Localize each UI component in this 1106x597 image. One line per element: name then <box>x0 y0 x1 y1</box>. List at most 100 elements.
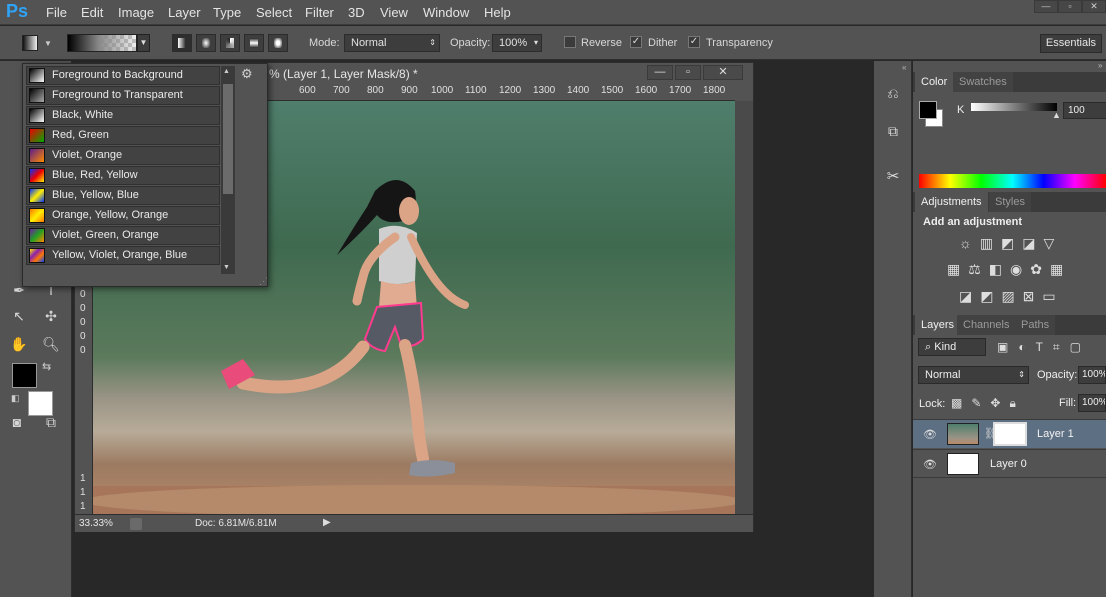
gradient-picker-chevron-icon[interactable]: ▼ <box>137 34 150 52</box>
path-selection-tool-icon[interactable]: ↖ <box>8 305 30 327</box>
color-ramp[interactable] <box>919 174 1106 188</box>
scroll-thumb[interactable] <box>223 84 233 194</box>
gradient-preset-item[interactable]: Red, Green <box>26 126 220 145</box>
workspace-button[interactable]: Essentials <box>1040 34 1102 53</box>
gradient-tool-icon[interactable] <box>22 35 38 51</box>
history-panel-icon[interactable]: ⎌ <box>882 85 904 107</box>
layer-mask-thumbnail[interactable] <box>993 422 1027 446</box>
doc-minimize-button[interactable]: — <box>647 65 673 80</box>
opacity-input[interactable]: 100% ▾ <box>492 34 542 52</box>
tab-layers[interactable]: Layers <box>915 315 961 335</box>
default-colors-icon[interactable]: ◧ <box>11 393 20 404</box>
filter-kind-value: Kind <box>934 341 957 353</box>
app-restore-button[interactable]: ▫ <box>1058 0 1082 13</box>
layer-filter-select[interactable]: ⌕ Kind <box>918 338 986 356</box>
menu-select[interactable]: Select <box>256 5 292 20</box>
collapse-arrows-icon[interactable]: » <box>1098 61 1102 70</box>
k-slider[interactable] <box>971 103 1057 111</box>
ruler-tick: 1 <box>80 473 86 484</box>
tab-styles[interactable]: Styles <box>989 192 1031 212</box>
tool-presets-panel-icon[interactable]: ✂ <box>882 167 904 189</box>
lock-icons[interactable]: ▩✎✥🔒︎ <box>951 396 1031 411</box>
adjustments-heading: Add an adjustment <box>923 216 1023 228</box>
eye-icon[interactable]: 👁︎ <box>923 458 937 471</box>
layer-row-layer-1[interactable]: 👁︎ ⛓︎ Layer 1 <box>913 419 1106 448</box>
custom-shape-tool-icon[interactable]: ✣ <box>40 305 62 327</box>
gradient-preset-item[interactable]: Yellow, Violet, Orange, Blue <box>26 246 220 265</box>
hand-tool-icon[interactable]: ✋ <box>8 333 30 355</box>
adjustment-icons-row-2[interactable]: ▦⚖◧◉✿▦ <box>947 261 1097 278</box>
ruler-tick: 1600 <box>635 85 658 96</box>
menu-view[interactable]: View <box>380 5 408 20</box>
linear-gradient-button[interactable] <box>172 34 192 52</box>
gradient-list-scrollbar[interactable]: ▲ ▼ <box>221 66 235 274</box>
status-info-icon[interactable] <box>130 518 142 530</box>
angle-gradient-button[interactable] <box>220 34 240 52</box>
status-menu-arrow-icon[interactable]: ▶ <box>323 517 331 528</box>
properties-panel-icon[interactable]: ⧉ <box>882 123 904 145</box>
doc-close-button[interactable]: ✕ <box>703 65 743 80</box>
menu-type[interactable]: Type <box>213 5 241 20</box>
resize-grip-icon[interactable]: ⋰ <box>259 276 268 287</box>
fill-input[interactable]: 100% <box>1078 394 1106 412</box>
screen-mode-icon[interactable]: ⧉ <box>40 411 62 433</box>
tab-swatches[interactable]: Swatches <box>953 72 1013 92</box>
zoom-level[interactable]: 33.33% <box>79 518 113 529</box>
gear-icon[interactable]: ⚙ <box>241 66 253 82</box>
k-value-input[interactable]: 100 <box>1063 102 1106 119</box>
gradient-preset-item[interactable]: Black, White <box>26 106 220 125</box>
radial-gradient-button[interactable] <box>196 34 216 52</box>
layer-filter-icons[interactable]: ▣◐T⌗▢ <box>997 340 1106 355</box>
app-close-button[interactable]: ✕ <box>1082 0 1106 13</box>
menu-help[interactable]: Help <box>484 5 511 20</box>
tab-channels[interactable]: Channels <box>957 315 1016 335</box>
blend-mode-select[interactable]: Normal ⇕ <box>918 366 1029 384</box>
scroll-up-icon[interactable]: ▲ <box>223 68 230 75</box>
transparency-checkbox[interactable]: ✓ <box>688 36 700 48</box>
tab-adjustments[interactable]: Adjustments <box>915 192 988 212</box>
adjustment-icons-row-3[interactable]: ◪◩▨⊠▭ <box>959 288 1079 305</box>
reflected-gradient-button[interactable] <box>244 34 264 52</box>
layer-opacity-input[interactable]: 100% <box>1078 366 1106 384</box>
layer-row-layer-0[interactable]: 👁︎ Layer 0 <box>913 449 1106 478</box>
gradient-preset-item[interactable]: Blue, Yellow, Blue <box>26 186 220 205</box>
collapse-arrows-icon[interactable]: « <box>902 63 906 72</box>
reverse-checkbox[interactable] <box>564 36 576 48</box>
foreground-color-swatch[interactable] <box>12 363 37 388</box>
ruler-tick: 600 <box>299 85 316 96</box>
menu-edit[interactable]: Edit <box>81 5 103 20</box>
doc-restore-button[interactable]: ▫ <box>675 65 701 80</box>
menu-window[interactable]: Window <box>423 5 469 20</box>
slider-thumb-icon[interactable]: ▲ <box>1052 110 1061 120</box>
menu-image[interactable]: Image <box>118 5 154 20</box>
swap-colors-icon[interactable]: ⇆ <box>42 360 51 373</box>
tab-paths[interactable]: Paths <box>1015 315 1056 335</box>
document-scrollbar[interactable] <box>735 101 753 514</box>
menu-3d[interactable]: 3D <box>348 5 365 20</box>
dither-checkbox[interactable]: ✓ <box>630 36 642 48</box>
tab-color[interactable]: Color <box>915 72 954 92</box>
zoom-tool-icon[interactable]: 🔍︎ <box>40 333 62 355</box>
adjustment-icons-row-1[interactable]: ☼▥◩◪▽ <box>959 235 1079 252</box>
scroll-down-icon[interactable]: ▼ <box>223 264 230 271</box>
gradient-preset-item[interactable]: Orange, Yellow, Orange <box>26 206 220 225</box>
diamond-gradient-button[interactable] <box>268 34 288 52</box>
gradient-preset-item[interactable]: Violet, Green, Orange <box>26 226 220 245</box>
menu-layer[interactable]: Layer <box>168 5 201 20</box>
menu-filter[interactable]: Filter <box>305 5 334 20</box>
tool-preset-chevron-icon[interactable]: ▼ <box>44 39 52 48</box>
gradient-preset-item[interactable]: Blue, Red, Yellow <box>26 166 220 185</box>
eye-icon[interactable]: 👁︎ <box>923 428 937 441</box>
color-panel-foreground-swatch[interactable] <box>919 101 937 119</box>
color-panel-header: Color Swatches <box>913 72 1106 92</box>
fill-label: Fill: <box>1059 397 1077 409</box>
mode-select[interactable]: Normal ⇕ <box>344 34 440 52</box>
gradient-preset-item[interactable]: Foreground to Transparent <box>26 86 220 105</box>
gradient-preview[interactable] <box>67 34 137 52</box>
menu-file[interactable]: File <box>46 5 67 20</box>
gradient-preset-item[interactable]: Violet, Orange <box>26 146 220 165</box>
quick-mask-icon[interactable]: ◙ <box>6 411 28 433</box>
document-title: % (Layer 1, Layer Mask/8) * <box>269 67 418 81</box>
app-minimize-button[interactable]: — <box>1034 0 1058 13</box>
gradient-preset-item[interactable]: Foreground to Background <box>26 66 220 85</box>
